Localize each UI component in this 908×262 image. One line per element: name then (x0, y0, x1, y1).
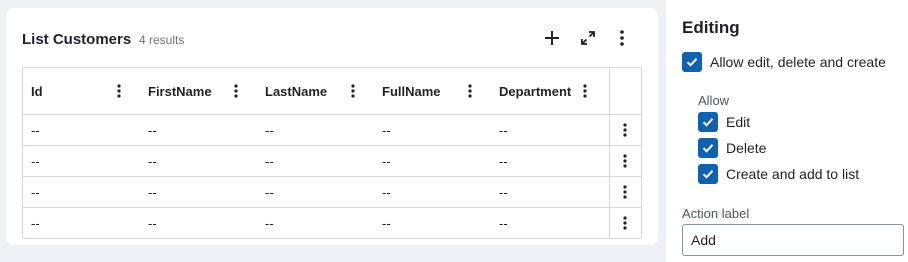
row-menu-icon[interactable] (615, 182, 635, 202)
cell-fullname: -- (382, 122, 391, 138)
cell-id: -- (31, 122, 40, 138)
table-row[interactable]: -- -- -- -- -- (23, 208, 641, 238)
column-label: LastName (265, 83, 328, 99)
cell-lastname: -- (265, 215, 274, 231)
cell-firstname: -- (148, 122, 157, 138)
cell-id: -- (31, 153, 40, 169)
allow-edit-delete-create-checkbox[interactable]: Allow edit, delete and create (682, 52, 886, 72)
row-menu-icon[interactable] (615, 151, 635, 171)
result-count: 4 results (139, 33, 185, 47)
cell-id: -- (31, 215, 40, 231)
checkbox-checked-icon[interactable] (698, 164, 718, 184)
cell-fullname: -- (382, 153, 391, 169)
column-menu-icon[interactable] (460, 81, 480, 101)
cell-firstname: -- (148, 153, 157, 169)
column-menu-icon[interactable] (343, 81, 363, 101)
column-header-id[interactable]: Id (23, 68, 140, 115)
cell-firstname: -- (148, 215, 157, 231)
list-header: List Customers 4 results (22, 30, 642, 50)
checkbox-checked-icon[interactable] (698, 138, 718, 158)
more-vertical-icon[interactable] (610, 26, 634, 50)
column-label: Id (31, 83, 43, 99)
column-menu-icon[interactable] (226, 81, 246, 101)
checkbox-checked-icon[interactable] (682, 52, 702, 72)
cell-department: -- (499, 215, 508, 231)
cell-lastname: -- (265, 122, 274, 138)
cell-department: -- (499, 153, 508, 169)
customers-table: Id FirstName LastName FullName Departmen… (22, 67, 642, 239)
plus-icon[interactable] (540, 26, 564, 50)
cell-id: -- (31, 184, 40, 200)
cell-fullname: -- (382, 215, 391, 231)
checkbox-label: Allow edit, delete and create (710, 54, 886, 70)
column-header-fullname[interactable]: FullName (374, 68, 491, 115)
panel-title: Editing (682, 18, 740, 37)
allow-edit-checkbox[interactable]: Edit (698, 112, 750, 132)
table-row[interactable]: -- -- -- -- -- (23, 177, 641, 208)
column-header-department[interactable]: Department (491, 68, 608, 115)
cell-department: -- (499, 122, 508, 138)
column-label: FullName (382, 83, 441, 99)
expand-icon[interactable] (576, 26, 600, 50)
table-header: Id FirstName LastName FullName Departmen… (23, 68, 641, 115)
cell-fullname: -- (382, 184, 391, 200)
row-menu-icon[interactable] (615, 213, 635, 233)
column-header-firstname[interactable]: FirstName (140, 68, 257, 115)
list-title: List Customers (22, 31, 132, 48)
cell-lastname: -- (265, 184, 274, 200)
column-menu-icon[interactable] (109, 81, 129, 101)
checkbox-label: Edit (726, 114, 751, 130)
table-row[interactable]: -- -- -- -- -- (23, 146, 641, 177)
column-label: Department (499, 83, 572, 99)
cell-firstname: -- (148, 184, 157, 200)
row-menu-icon[interactable] (615, 120, 635, 140)
column-menu-icon[interactable] (575, 81, 595, 101)
list-card: List Customers 4 results Id FirstName La… (6, 8, 658, 245)
cell-department: -- (499, 184, 508, 200)
checkbox-checked-icon[interactable] (698, 112, 718, 132)
allow-create-checkbox[interactable]: Create and add to list (698, 164, 859, 184)
checkbox-label: Delete (726, 140, 767, 156)
checkbox-label: Create and add to list (726, 166, 860, 182)
editing-panel: Editing Allow edit, delete and create Al… (666, 0, 908, 262)
table-row[interactable]: -- -- -- -- -- (23, 115, 641, 146)
cell-lastname: -- (265, 153, 274, 169)
column-label: FirstName (148, 83, 212, 99)
allow-heading: Allow (698, 93, 730, 108)
action-label-caption: Action label (682, 206, 750, 221)
column-header-lastname[interactable]: LastName (257, 68, 374, 115)
action-label-input[interactable] (682, 224, 904, 256)
allow-delete-checkbox[interactable]: Delete (698, 138, 766, 158)
